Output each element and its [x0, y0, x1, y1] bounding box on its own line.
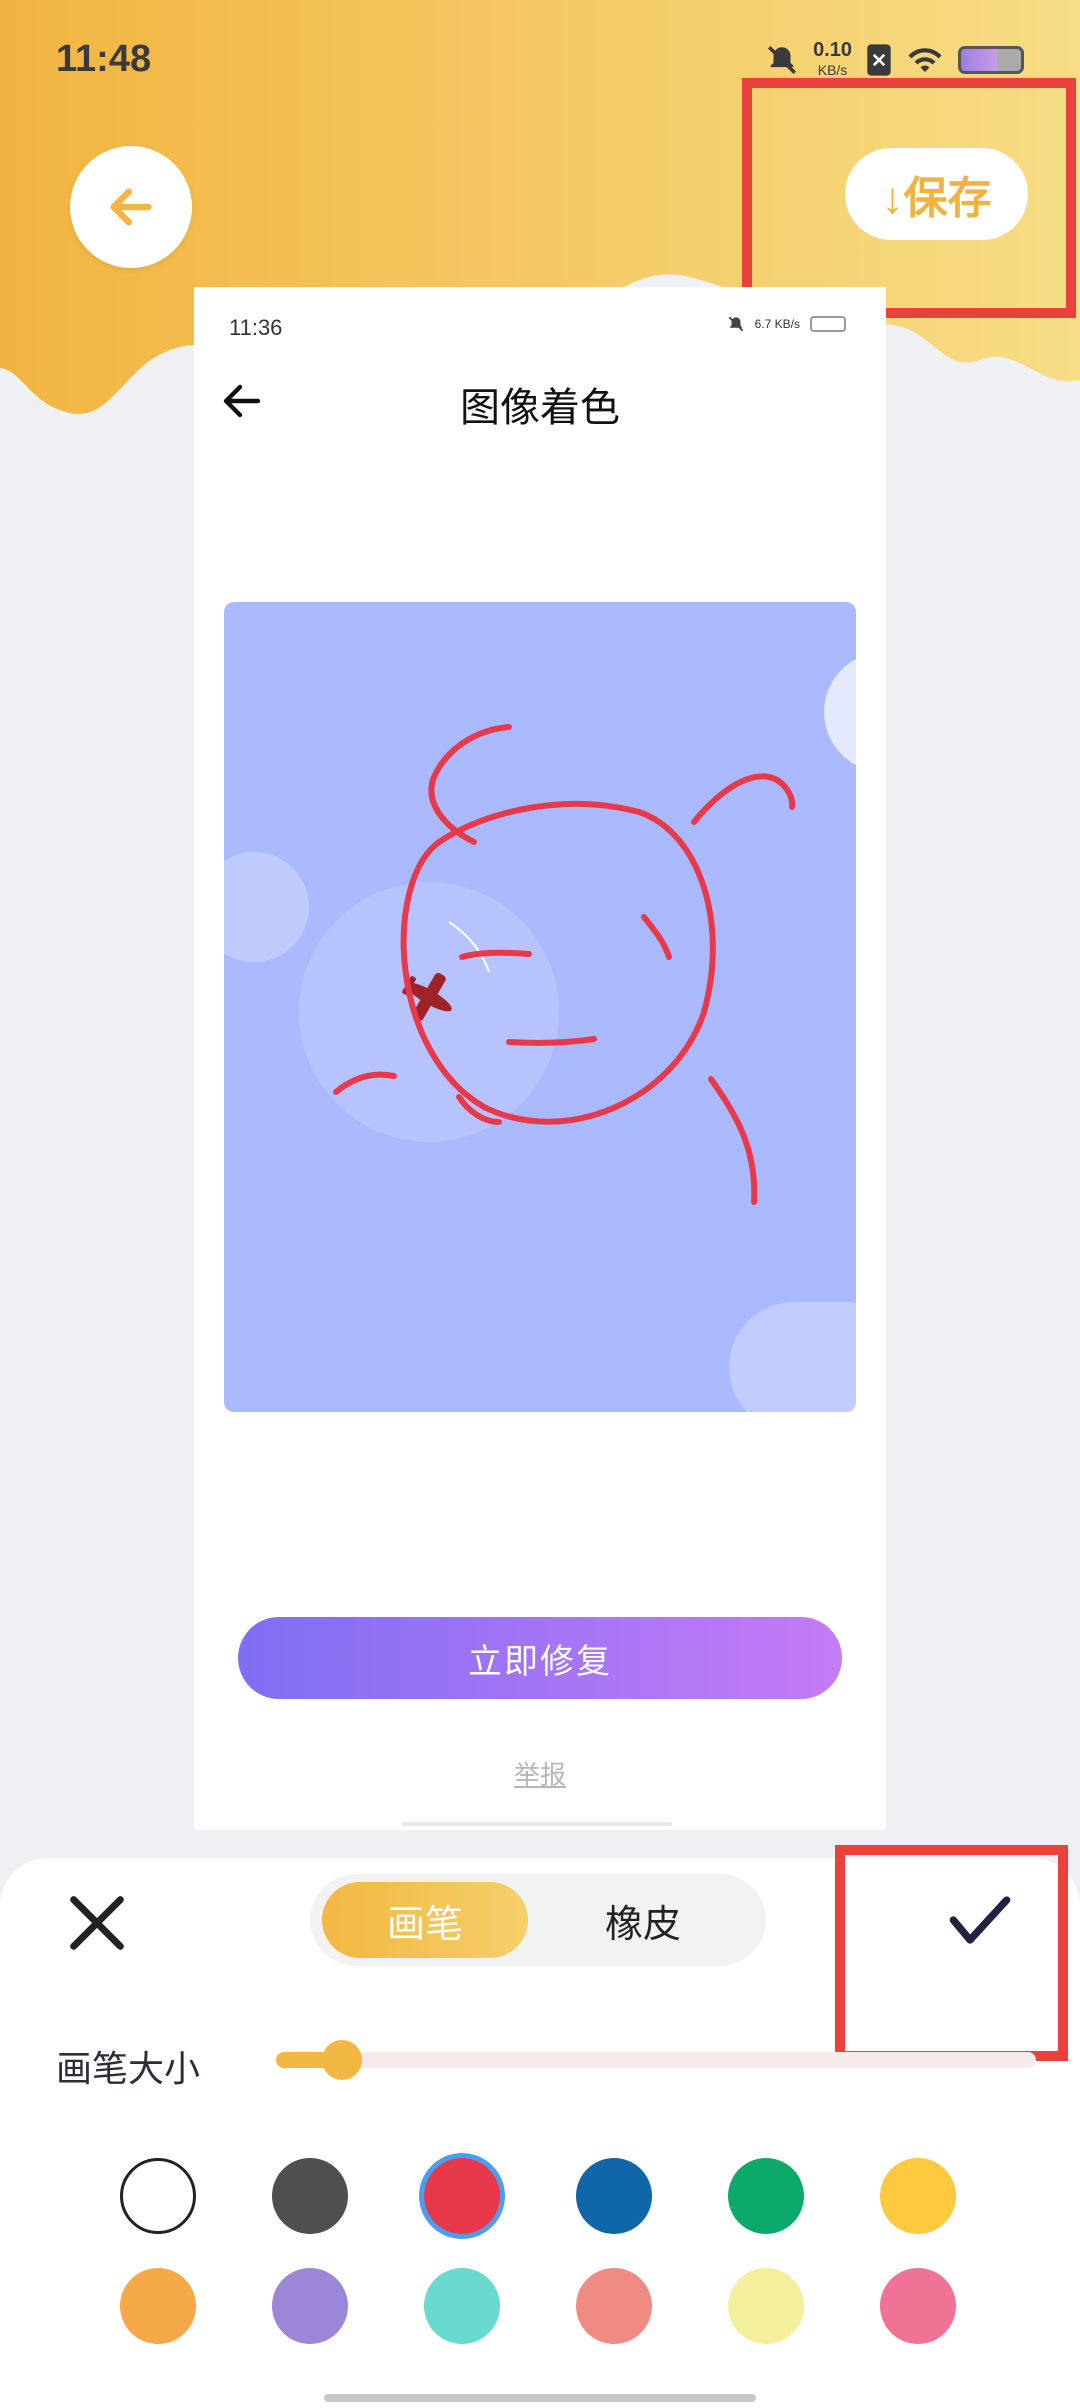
embedded-net-speed: 6.7 KB/s: [754, 317, 800, 331]
brush-size-slider[interactable]: [276, 2040, 1036, 2080]
color-swatch[interactable]: [424, 2268, 500, 2344]
back-button[interactable]: [70, 146, 192, 268]
color-swatch[interactable]: [120, 2268, 196, 2344]
color-swatch[interactable]: [880, 2158, 956, 2234]
mute-icon: [728, 316, 744, 332]
brush-panel: 画笔 橡皮 画笔大小: [0, 1845, 1080, 2408]
embedded-home-indicator: [402, 1822, 672, 1826]
wifi-icon: [908, 48, 942, 72]
preview-card: 11:36 6.7 KB/s 图像着色 立即修复 举报: [194, 287, 886, 1830]
color-swatch[interactable]: [576, 2268, 652, 2344]
tool-toggle: 画笔 橡皮: [310, 1874, 766, 1966]
embedded-title: 图像着色: [460, 386, 620, 430]
home-indicator: [324, 2394, 756, 2402]
sim-icon: [867, 44, 891, 76]
mute-icon: [768, 45, 797, 75]
close-icon: [70, 1896, 124, 1950]
color-swatch[interactable]: [272, 2268, 348, 2344]
battery-icon: [958, 46, 1024, 74]
color-swatch[interactable]: [728, 2268, 804, 2344]
save-highlight-box: [742, 78, 1076, 318]
status-time: 11:48: [56, 38, 152, 80]
color-swatch[interactable]: [576, 2158, 652, 2234]
brush-size-label: 画笔大小: [56, 2048, 201, 2089]
color-swatch[interactable]: [880, 2268, 956, 2344]
fix-now-button: 立即修复: [238, 1617, 842, 1699]
confirm-highlight-box: [835, 1845, 1068, 2061]
net-speed: 0.10 KB/s: [813, 39, 852, 78]
eraser-tab[interactable]: 橡皮: [540, 1882, 746, 1958]
pen-tab[interactable]: 画笔: [322, 1882, 528, 1958]
color-swatch[interactable]: [272, 2158, 348, 2234]
embedded-time: 11:36: [229, 315, 283, 340]
embedded-status-icons: 6.7 KB/s: [727, 315, 846, 333]
report-link: 举报: [513, 1760, 566, 1790]
color-swatch[interactable]: [424, 2158, 500, 2234]
arrow-left-icon: [110, 188, 152, 226]
battery-icon: [810, 316, 846, 332]
color-swatch[interactable]: [728, 2158, 804, 2234]
color-swatch[interactable]: [120, 2158, 196, 2234]
drawing-canvas[interactable]: [224, 602, 856, 1412]
close-button[interactable]: [62, 1888, 132, 1958]
brush-size-thumb[interactable]: [322, 2040, 362, 2080]
canvas-drawing: [224, 658, 856, 1412]
